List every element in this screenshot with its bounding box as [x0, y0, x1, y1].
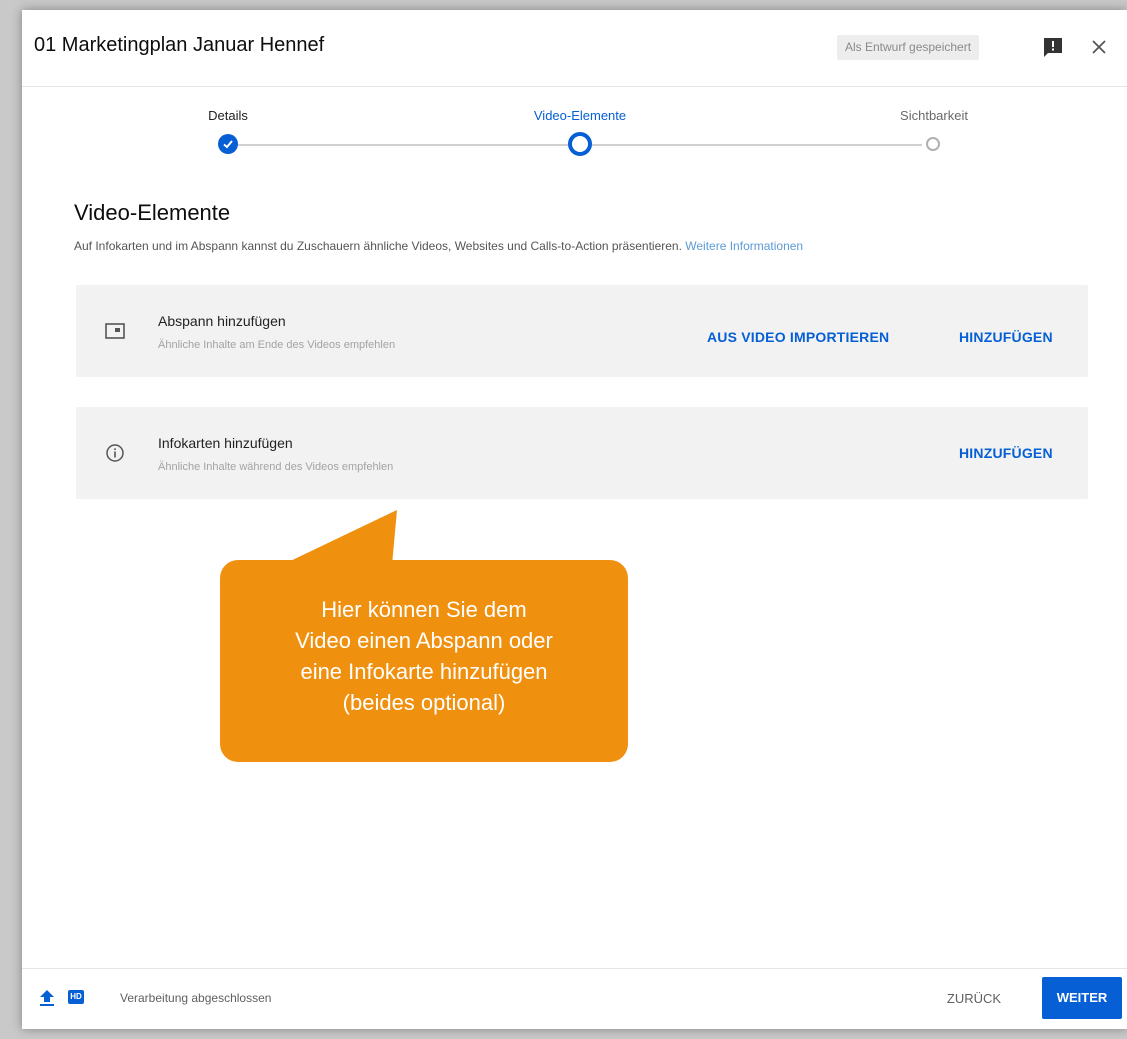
progress-stepper: Details Video-Elemente Sichtbarkeit: [22, 86, 1127, 176]
step-video-elements-label[interactable]: Video-Elemente: [534, 108, 626, 123]
callout-line: (beides optional): [342, 690, 506, 715]
info-icon: [106, 444, 124, 462]
info-cards-title: Infokarten hinzufügen: [158, 435, 293, 451]
section-description: Auf Infokarten und im Abspann kannst du …: [74, 239, 803, 253]
end-screen-title: Abspann hinzufügen: [158, 313, 286, 329]
draft-saved-badge: Als Entwurf gespeichert: [837, 35, 980, 60]
import-from-video-button[interactable]: AUS VIDEO IMPORTIEREN: [707, 329, 889, 345]
step-visibility-dot[interactable]: [926, 137, 940, 151]
step-video-elements-dot[interactable]: [568, 132, 592, 156]
end-screen-card: Abspann hinzufügen Ähnliche Inhalte am E…: [76, 285, 1088, 377]
dialog-title: 01 Marketingplan Januar Hennef: [34, 34, 325, 56]
processing-status: Verarbeitung abgeschlossen: [120, 991, 272, 1005]
callout-line: Hier können Sie dem: [321, 597, 527, 622]
upload-dialog: 01 Marketingplan Januar Hennef Als Entwu…: [22, 10, 1127, 1029]
more-info-link[interactable]: Weitere Informationen: [685, 239, 803, 253]
section-title: Video-Elemente: [74, 200, 231, 225]
back-button[interactable]: ZURÜCK: [934, 981, 1014, 1017]
step-connector: [238, 144, 568, 146]
callout-line: Video einen Abspann oder: [295, 628, 553, 653]
next-button[interactable]: WEITER: [1042, 977, 1122, 1019]
end-screen-icon: [105, 323, 125, 339]
add-end-screen-button[interactable]: HINZUFÜGEN: [959, 329, 1053, 345]
dialog-header: 01 Marketingplan Januar Hennef Als Entwu…: [22, 10, 1127, 87]
upload-icon: [40, 990, 54, 1006]
dialog-footer: HD Verarbeitung abgeschlossen ZURÜCK WEI…: [22, 968, 1127, 1029]
step-details-dot[interactable]: [218, 134, 238, 154]
step-details-label[interactable]: Details: [208, 108, 248, 123]
hd-icon: HD: [68, 990, 84, 1004]
step-connector: [592, 144, 922, 146]
callout-line: eine Infokarte hinzufügen: [300, 659, 548, 684]
close-icon[interactable]: [1088, 36, 1110, 58]
callout-bubble: Hier können Sie dem Video einen Abspann …: [220, 560, 628, 762]
info-cards-subtitle: Ähnliche Inhalte während des Videos empf…: [158, 461, 394, 473]
info-cards-card: Infokarten hinzufügen Ähnliche Inhalte w…: [76, 407, 1088, 499]
end-screen-subtitle: Ähnliche Inhalte am Ende des Videos empf…: [158, 339, 396, 351]
step-visibility-label[interactable]: Sichtbarkeit: [900, 108, 968, 123]
section-description-text: Auf Infokarten und im Abspann kannst du …: [74, 239, 682, 253]
feedback-icon[interactable]: [1042, 36, 1064, 58]
callout-tail: [282, 510, 397, 565]
add-info-cards-button[interactable]: HINZUFÜGEN: [959, 445, 1053, 461]
check-icon: [223, 140, 233, 149]
